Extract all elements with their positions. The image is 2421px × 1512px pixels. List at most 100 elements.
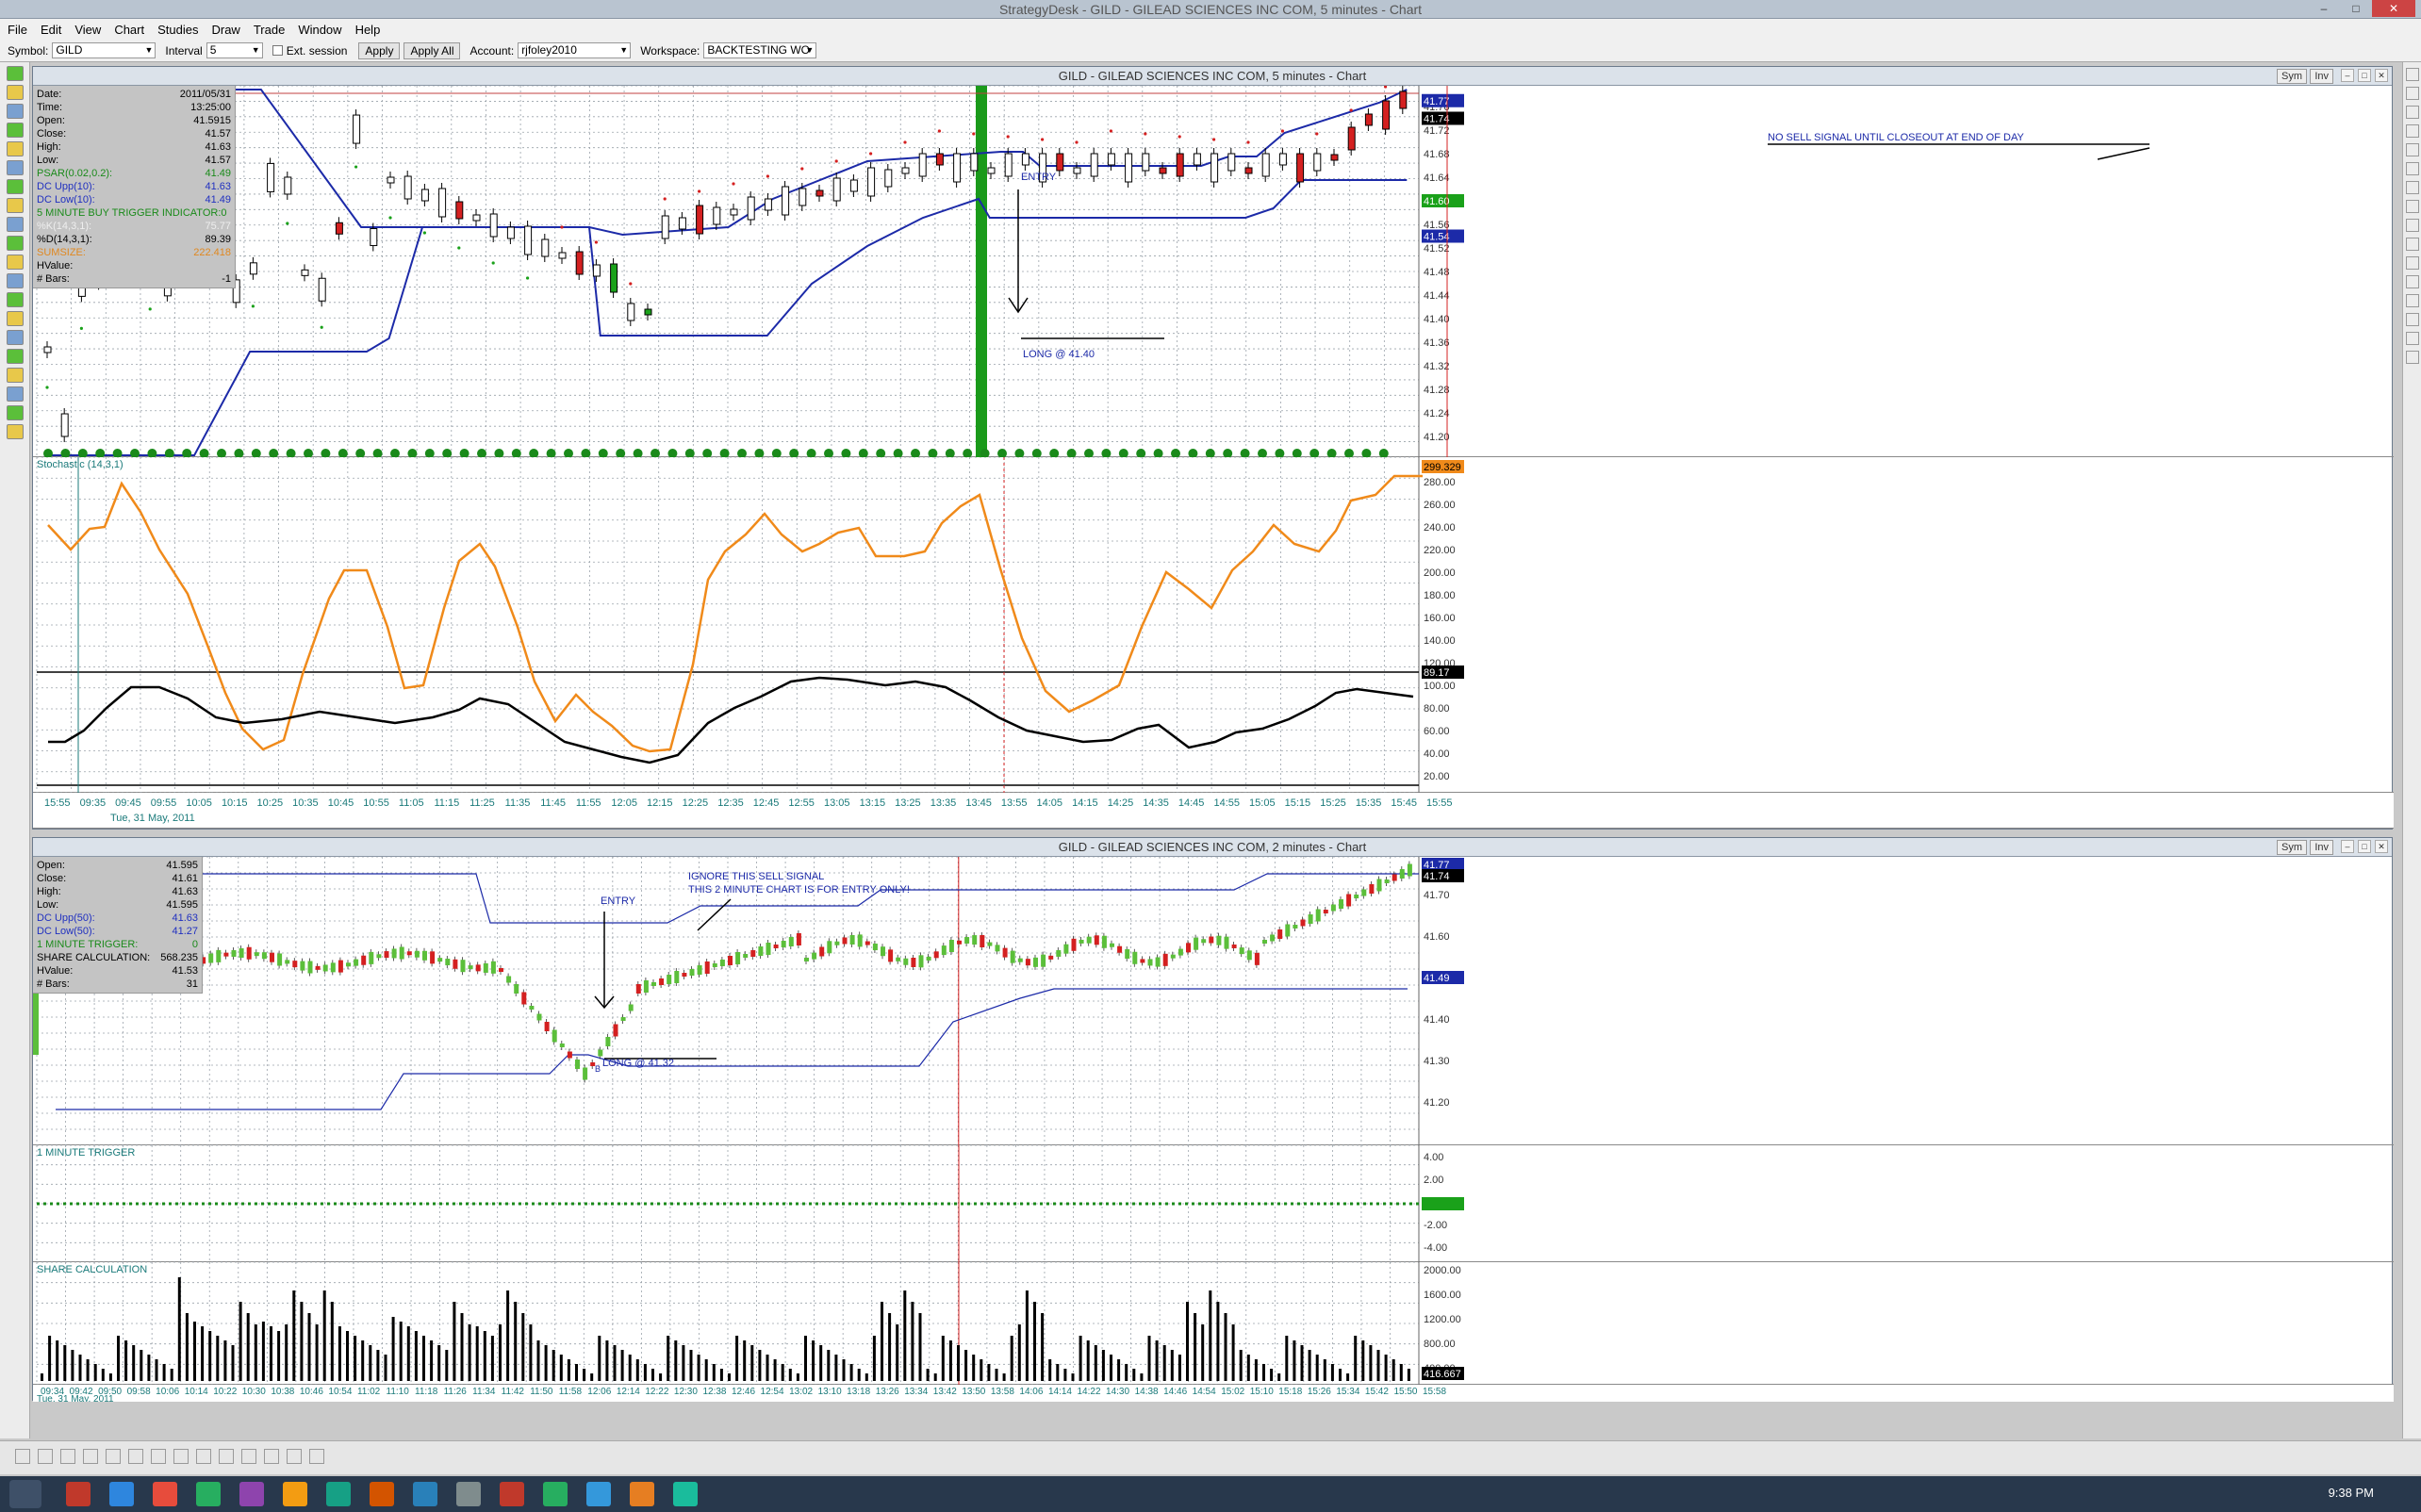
- interval-select[interactable]: 5 ▼: [206, 42, 263, 58]
- drawing-tool-icon[interactable]: [60, 1449, 75, 1464]
- taskbar-app-icon[interactable]: [543, 1482, 568, 1506]
- print-icon[interactable]: [7, 255, 24, 270]
- drawing-tool-icon[interactable]: [241, 1449, 256, 1464]
- chart-tool-icon[interactable]: [2406, 256, 2419, 270]
- drawing-tool-icon[interactable]: [128, 1449, 143, 1464]
- sym-button[interactable]: Sym: [2277, 69, 2307, 84]
- trendline-icon[interactable]: [7, 141, 24, 156]
- chart-tool-icon[interactable]: [2406, 162, 2419, 175]
- ext-session-checkbox[interactable]: [272, 45, 283, 56]
- maximize-icon[interactable]: □: [2358, 840, 2371, 853]
- maximize-icon[interactable]: □: [2340, 0, 2372, 17]
- alert-icon[interactable]: [7, 349, 24, 364]
- drawing-tool-icon[interactable]: [264, 1449, 279, 1464]
- taskbar-app-icon[interactable]: [283, 1482, 307, 1506]
- chart-tool-icon[interactable]: [2406, 275, 2419, 288]
- apply-button[interactable]: Apply: [358, 41, 401, 59]
- drawing-tool-icon[interactable]: [106, 1449, 121, 1464]
- minimize-icon[interactable]: –: [2341, 840, 2354, 853]
- stochastic-pane[interactable]: 280.00 260.00 240.00 220.00 200.00 180.00 160.…: [33, 457, 2394, 793]
- taskbar-app-icon[interactable]: [239, 1482, 264, 1506]
- order-icon[interactable]: [7, 386, 24, 402]
- chart-tool-icon[interactable]: [2406, 106, 2419, 119]
- inv-button[interactable]: Inv: [2310, 840, 2333, 855]
- grid-icon[interactable]: [7, 292, 24, 307]
- taskbar-app-icon[interactable]: [66, 1482, 91, 1506]
- drawing-tool-icon[interactable]: [196, 1449, 211, 1464]
- cursor-icon[interactable]: [7, 66, 24, 81]
- menu-edit[interactable]: Edit: [41, 23, 61, 37]
- globe-icon[interactable]: [7, 330, 24, 345]
- minimize-icon[interactable]: –: [2308, 0, 2340, 17]
- menu-file[interactable]: File: [8, 23, 27, 37]
- scan-icon[interactable]: [7, 368, 24, 383]
- drawing-tool-icon[interactable]: [287, 1449, 302, 1464]
- menu-draw[interactable]: Draw: [211, 23, 239, 37]
- drawing-tool-icon[interactable]: [83, 1449, 98, 1464]
- save-icon[interactable]: [7, 273, 24, 288]
- clock-icon[interactable]: [7, 311, 24, 326]
- inv-button[interactable]: Inv: [2310, 69, 2333, 84]
- start-button[interactable]: [9, 1480, 41, 1508]
- chart-tool-icon[interactable]: [2406, 200, 2419, 213]
- chart-tool-icon[interactable]: [2406, 313, 2419, 326]
- fib-icon[interactable]: [7, 160, 24, 175]
- chart-tool-icon[interactable]: [2406, 238, 2419, 251]
- drawing-tool-icon[interactable]: [15, 1449, 30, 1464]
- apply-all-button[interactable]: Apply All: [404, 41, 461, 59]
- menu-trade[interactable]: Trade: [254, 23, 285, 37]
- sym-button[interactable]: Sym: [2277, 840, 2307, 855]
- taskbar-app-icon[interactable]: [630, 1482, 654, 1506]
- menu-window[interactable]: Window: [298, 23, 341, 37]
- price-pane-5min[interactable]: 41.7641.7241.6841.6441.6041.5641.5241.48…: [33, 86, 2394, 457]
- taskbar-app-icon[interactable]: [673, 1482, 698, 1506]
- drawing-tool-icon[interactable]: [38, 1449, 53, 1464]
- study-icon[interactable]: [7, 424, 24, 439]
- text-icon[interactable]: [7, 179, 24, 194]
- taskbar-app-icon[interactable]: [586, 1482, 611, 1506]
- chart-tool-icon[interactable]: [2406, 181, 2419, 194]
- share-calc-pane[interactable]: 2000.001600.001200.00800.00400.00416.667…: [33, 1262, 2394, 1385]
- chart-icon[interactable]: [7, 405, 24, 420]
- chart-window-2min[interactable]: GILD - GILEAD SCIENCES INC COM, 2 minute…: [32, 837, 2394, 1405]
- rect-icon[interactable]: [7, 198, 24, 213]
- account-select[interactable]: rjfoley2010 ▼: [518, 42, 632, 58]
- taskbar-app-icon[interactable]: [500, 1482, 524, 1506]
- chart-tool-icon[interactable]: [2406, 87, 2419, 100]
- chart-tool-icon[interactable]: [2406, 68, 2419, 81]
- menu-help[interactable]: Help: [355, 23, 381, 37]
- taskbar-app-icon[interactable]: [326, 1482, 351, 1506]
- workspace-select[interactable]: BACKTESTING WO ▼: [703, 42, 817, 58]
- taskbar-app-icon[interactable]: [153, 1482, 177, 1506]
- minimize-icon[interactable]: –: [2341, 69, 2354, 82]
- chart-tool-icon[interactable]: [2406, 124, 2419, 138]
- menu-studies[interactable]: Studies: [157, 23, 198, 37]
- channel-icon[interactable]: [7, 236, 24, 251]
- zoom-icon[interactable]: [7, 104, 24, 119]
- close-icon[interactable]: ✕: [2372, 0, 2415, 17]
- taskbar-app-icon[interactable]: [109, 1482, 134, 1506]
- taskbar-app-icon[interactable]: [370, 1482, 394, 1506]
- chart-tool-icon[interactable]: [2406, 143, 2419, 156]
- chart-tool-icon[interactable]: [2406, 332, 2419, 345]
- menu-chart[interactable]: Chart: [114, 23, 144, 37]
- drawing-tool-icon[interactable]: [309, 1449, 324, 1464]
- chart-tool-icon[interactable]: [2406, 294, 2419, 307]
- price-pane-2min[interactable]: 41.7041.6041.5041.4041.3041.2041.7741.74…: [33, 857, 2394, 1145]
- close-icon[interactable]: ✕: [2375, 840, 2388, 853]
- drawing-tool-icon[interactable]: [173, 1449, 189, 1464]
- chart-window-5min[interactable]: GILD - GILEAD SCIENCES INC COM, 5 minute…: [32, 66, 2394, 830]
- taskbar-app-icon[interactable]: [413, 1482, 437, 1506]
- crosshair-icon[interactable]: [7, 85, 24, 100]
- menu-view[interactable]: View: [74, 23, 101, 37]
- drawing-tool-icon[interactable]: [219, 1449, 234, 1464]
- chart-tool-icon[interactable]: [2406, 351, 2419, 364]
- symbol-input[interactable]: GILD ▼: [52, 42, 156, 58]
- taskbar-app-icon[interactable]: [456, 1482, 481, 1506]
- close-icon[interactable]: ✕: [2375, 69, 2388, 82]
- taskbar-app-icon[interactable]: [196, 1482, 221, 1506]
- pan-icon[interactable]: [7, 123, 24, 138]
- chart-tool-icon[interactable]: [2406, 219, 2419, 232]
- drawing-tool-icon[interactable]: [151, 1449, 166, 1464]
- trigger-pane[interactable]: 4.002.000-2.00-4.00 1 MINUTE TRIGGER: [33, 1145, 2394, 1262]
